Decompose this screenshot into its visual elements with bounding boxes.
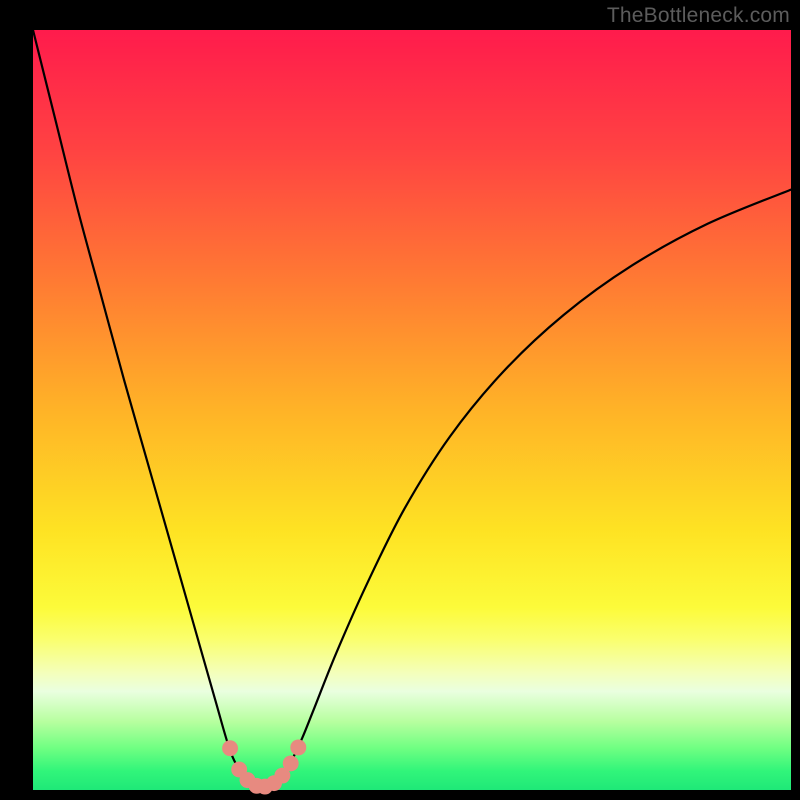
valley-marker-dot <box>290 739 306 755</box>
valley-marker-dot <box>222 740 238 756</box>
plot-svg <box>0 0 800 800</box>
chart-stage: TheBottleneck.com <box>0 0 800 800</box>
plot-background <box>33 30 791 790</box>
valley-marker-dot <box>283 755 299 771</box>
watermark-text: TheBottleneck.com <box>607 4 790 28</box>
